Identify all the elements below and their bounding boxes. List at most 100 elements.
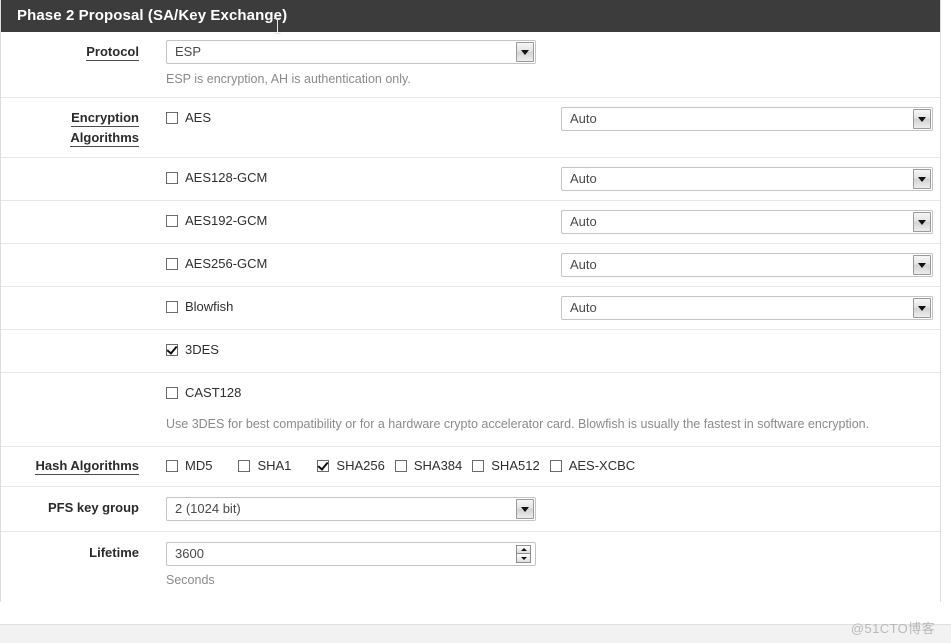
checkbox-label: AES: [185, 110, 212, 125]
lifetime-label: Lifetime: [89, 545, 139, 560]
checkbox-cast128[interactable]: CAST128: [166, 386, 241, 400]
checkbox-label: SHA512: [491, 458, 540, 473]
protocol-help-text: ESP is encryption, AH is authentication …: [166, 72, 411, 86]
encryption-aes256gcm-control-col: AES256-GCM Auto: [144, 244, 940, 286]
encryption-label-line2: Algorithms: [70, 130, 139, 147]
chevron-down-icon[interactable]: [913, 109, 931, 129]
phase2-proposal-panel: Phase 2 Proposal (SA/Key Exchange) Proto…: [0, 0, 941, 602]
checkbox-box-icon[interactable]: [166, 172, 178, 184]
keylength-select-aes[interactable]: Auto: [561, 107, 933, 131]
checkbox-box-icon[interactable]: [549, 460, 562, 472]
pfs-key-group-label: PFS key group: [47, 500, 139, 515]
checkbox-box-icon[interactable]: [166, 258, 178, 270]
keylength-value: Auto: [570, 171, 597, 186]
checkbox-box-icon[interactable]: [166, 301, 178, 313]
checkbox-label: SHA256: [336, 458, 385, 473]
chevron-down-icon[interactable]: [913, 212, 931, 232]
checkbox-label: AES-XCBC: [568, 458, 636, 473]
lifetime-value: 3600: [175, 546, 204, 561]
form-row-lifetime: Lifetime 3600 Seconds: [1, 532, 940, 602]
checkbox-aes128-gcm[interactable]: AES128-GCM: [166, 171, 267, 185]
encryption-help-text: Use 3DES for best compatibility or for a…: [166, 417, 870, 431]
panel-title: Phase 2 Proposal (SA/Key Exchange): [1, 0, 940, 32]
encryption-3des-checkbox-cell: 3DES: [166, 343, 561, 358]
form-row-encryption-blowfish: Blowfish Auto: [1, 287, 940, 330]
checkbox-box-icon[interactable]: [238, 460, 251, 472]
stepper-up-icon[interactable]: [516, 545, 531, 554]
checkbox-box-icon[interactable]: [166, 387, 178, 399]
checkbox-box-icon[interactable]: [472, 460, 485, 472]
spacer-label-col: [1, 244, 144, 256]
form-row-pfs-key-group: PFS key group 2 (1024 bit): [1, 487, 940, 532]
checkbox-sha512[interactable]: SHA512: [472, 458, 540, 473]
encryption-aes128gcm-checkbox-cell: AES128-GCM: [166, 167, 561, 186]
encryption-aes192gcm-checkbox-cell: AES192-GCM: [166, 210, 561, 229]
page-footer-strip: [0, 624, 951, 643]
checkbox-aes[interactable]: AES: [166, 111, 211, 125]
form-row-encryption-cast128: CAST128 Use 3DES for best compatibility …: [1, 373, 940, 447]
keylength-select-aes192-gcm[interactable]: Auto: [561, 210, 933, 234]
form-row-protocol: Protocol ESP ESP is encryption, AH is au…: [1, 32, 940, 98]
lifetime-stepper[interactable]: [516, 545, 531, 563]
pfs-key-group-select[interactable]: 2 (1024 bit): [166, 497, 536, 521]
checkbox-box-icon[interactable]: [394, 460, 407, 472]
checkbox-blowfish[interactable]: Blowfish: [166, 300, 233, 314]
protocol-select-value: ESP: [175, 44, 202, 59]
checkbox-label: SHA384: [413, 458, 463, 473]
watermark-text: @51CTO博客: [850, 621, 935, 636]
encryption-aes128gcm-keylen-cell: Auto: [561, 167, 940, 191]
checkbox-box-icon[interactable]: [166, 112, 178, 124]
chevron-down-icon[interactable]: [913, 255, 931, 275]
chevron-down-icon[interactable]: [913, 169, 931, 189]
checkbox-aes192-gcm[interactable]: AES192-GCM: [166, 214, 267, 228]
encryption-aes192gcm-control-col: AES192-GCM Auto: [144, 201, 940, 243]
encryption-aes192gcm-keylen-cell: Auto: [561, 210, 940, 234]
stepper-down-icon[interactable]: [516, 554, 531, 563]
keylength-select-blowfish[interactable]: Auto: [561, 296, 933, 320]
protocol-control-col: ESP ESP is encryption, AH is authenticat…: [144, 32, 940, 97]
checkbox-3des[interactable]: 3DES: [166, 343, 219, 357]
pfs-key-group-value: 2 (1024 bit): [175, 501, 241, 516]
pfs-control-col: 2 (1024 bit): [144, 487, 940, 531]
chevron-down-icon[interactable]: [913, 298, 931, 318]
spacer-label-col: [1, 287, 144, 299]
checkbox-sha256[interactable]: SHA256: [317, 458, 385, 473]
keylength-value: Auto: [570, 214, 597, 229]
checkbox-box-icon[interactable]: [166, 215, 178, 227]
encryption-cast128-control-col: CAST128 Use 3DES for best compatibility …: [144, 373, 940, 446]
encryption-aes256gcm-keylen-cell: Auto: [561, 253, 940, 277]
checkbox-label: 3DES: [185, 342, 219, 357]
checkbox-label: CAST128: [185, 385, 242, 400]
encryption-3des-control-col: 3DES: [144, 330, 940, 371]
checkbox-aes-xcbc[interactable]: AES-XCBC: [549, 458, 636, 473]
checkbox-label: Blowfish: [185, 299, 234, 314]
chevron-down-icon[interactable]: [516, 499, 534, 519]
chevron-down-icon[interactable]: [516, 42, 534, 62]
hash-label-col: Hash Algorithms: [1, 447, 144, 486]
spacer-label-col: [1, 373, 144, 385]
checkbox-box-checked-icon[interactable]: [317, 460, 330, 472]
lifetime-input[interactable]: 3600: [166, 542, 536, 566]
encryption-aes128gcm-control-col: AES128-GCM Auto: [144, 158, 940, 200]
protocol-label-col: Protocol: [1, 32, 144, 61]
form-row-encryption-aes128gcm: AES128-GCM Auto: [1, 158, 940, 201]
form-row-encryption-aes256gcm: AES256-GCM Auto: [1, 244, 940, 287]
hash-checkbox-group: MD5 SHA1 SHA256 SHA384 SHA512 AES-XCBC: [166, 457, 940, 473]
checkbox-box-checked-icon[interactable]: [166, 344, 178, 356]
checkbox-md5[interactable]: MD5: [166, 459, 212, 473]
encryption-label-line1: Encryption: [71, 110, 139, 127]
protocol-select[interactable]: ESP: [166, 40, 536, 64]
checkbox-sha384[interactable]: SHA384: [394, 458, 463, 473]
checkbox-aes256-gcm[interactable]: AES256-GCM: [166, 257, 267, 271]
keylength-select-aes128-gcm[interactable]: Auto: [561, 167, 933, 191]
checkbox-label: MD5: [185, 458, 213, 473]
form-row-encryption-aes: Encryption Algorithms AES Auto: [1, 98, 940, 158]
checkbox-label: AES256-GCM: [185, 256, 268, 271]
checkbox-sha1[interactable]: SHA1: [238, 459, 291, 473]
form-row-encryption-3des: 3DES: [1, 330, 940, 373]
checkbox-box-icon[interactable]: [166, 460, 178, 472]
encryption-aes-control-col: AES Auto: [144, 98, 940, 139]
spacer-label-col: [1, 330, 144, 342]
lifetime-control-col: 3600 Seconds: [144, 532, 940, 602]
keylength-select-aes256-gcm[interactable]: Auto: [561, 253, 933, 277]
